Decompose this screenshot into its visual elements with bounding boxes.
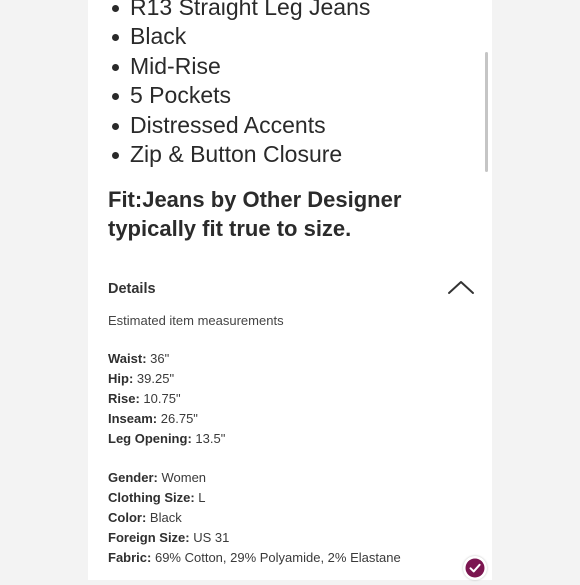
attribute-label: Fabric: bbox=[108, 550, 152, 565]
measurement-label: Leg Opening: bbox=[108, 431, 192, 446]
feature-list: R13 Straight Leg Jeans Black Mid-Rise 5 … bbox=[108, 0, 370, 169]
attribute-row: Fabric: 69% Cotton, 29% Polyamide, 2% El… bbox=[108, 548, 401, 568]
attribute-row: Clothing Size: L bbox=[108, 488, 401, 508]
chevron-up-icon[interactable] bbox=[446, 278, 476, 296]
measurement-value: 39.25" bbox=[136, 371, 175, 386]
measurement-row: Inseam: 26.75" bbox=[108, 409, 225, 429]
attribute-label: Clothing Size: bbox=[108, 490, 195, 505]
measurement-value: 26.75" bbox=[160, 411, 198, 426]
attribute-value: L bbox=[198, 490, 206, 505]
fit-note-line: Fit:Jeans by Other Designer bbox=[108, 187, 402, 212]
measurement-row: Waist: 36" bbox=[108, 349, 225, 369]
attribute-value: Women bbox=[161, 470, 207, 485]
measurement-label: Waist: bbox=[108, 351, 147, 366]
product-description-card: R13 Straight Leg Jeans Black Mid-Rise 5 … bbox=[88, 0, 492, 580]
attribute-label: Foreign Size: bbox=[108, 530, 190, 545]
attribute-value: US 31 bbox=[193, 530, 230, 545]
measurements-subtitle: Estimated item measurements bbox=[108, 313, 284, 328]
measurement-value: 36" bbox=[150, 351, 170, 366]
feature-item: Zip & Button Closure bbox=[108, 140, 370, 169]
attribute-row: Foreign Size: US 31 bbox=[108, 528, 401, 548]
scrollbar[interactable] bbox=[485, 52, 488, 172]
attribute-value: Black bbox=[149, 510, 182, 525]
details-heading: Details bbox=[108, 281, 156, 297]
feature-item: R13 Straight Leg Jeans bbox=[108, 0, 370, 22]
feature-item: Mid-Rise bbox=[108, 52, 370, 81]
attributes-list: Gender: Women Clothing Size: L Color: Bl… bbox=[108, 468, 401, 568]
measurement-row: Rise: 10.75" bbox=[108, 389, 225, 409]
fit-note-line: typically fit true to size. bbox=[108, 216, 352, 241]
fit-note: Fit:Jeans by Other Designer typically fi… bbox=[108, 185, 438, 243]
feature-item: Black bbox=[108, 22, 370, 51]
measurements-list: Waist: 36" Hip: 39.25" Rise: 10.75" Inse… bbox=[108, 349, 225, 449]
measurement-label: Rise: bbox=[108, 391, 140, 406]
checkmark-badge-icon bbox=[463, 556, 487, 580]
feature-item: 5 Pockets bbox=[108, 81, 370, 110]
attribute-row: Color: Black bbox=[108, 508, 401, 528]
measurement-label: Inseam: bbox=[108, 411, 158, 426]
measurement-value: 10.75" bbox=[143, 391, 181, 406]
attribute-label: Color: bbox=[108, 510, 147, 525]
measurement-value: 13.5" bbox=[195, 431, 226, 446]
feature-item: Distressed Accents bbox=[108, 111, 370, 140]
attribute-row: Gender: Women bbox=[108, 468, 401, 488]
measurement-label: Hip: bbox=[108, 371, 134, 386]
attribute-label: Gender: bbox=[108, 470, 158, 485]
attribute-value: 69% Cotton, 29% Polyamide, 2% Elastane bbox=[154, 550, 401, 565]
measurement-row: Hip: 39.25" bbox=[108, 369, 225, 389]
measurement-row: Leg Opening: 13.5" bbox=[108, 429, 225, 449]
